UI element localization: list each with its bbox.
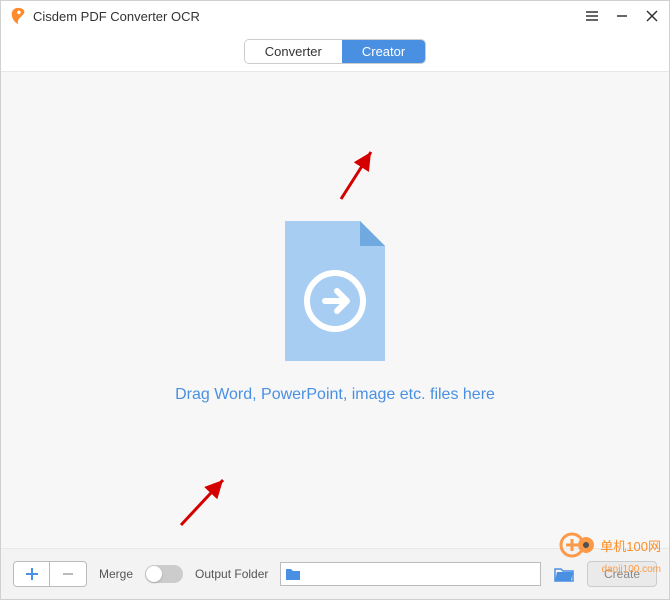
app-icon — [9, 7, 27, 25]
drop-text: Drag Word, PowerPoint, image etc. files … — [175, 386, 495, 404]
app-window: Cisdem PDF Converter OCR Converter Creat… — [0, 0, 670, 600]
remove-button[interactable] — [50, 562, 86, 586]
tab-bar: Converter Creator — [1, 31, 669, 71]
tab-creator[interactable]: Creator — [342, 40, 425, 63]
menu-icon[interactable] — [583, 7, 601, 25]
add-button[interactable] — [14, 562, 50, 586]
minimize-button[interactable] — [613, 7, 631, 25]
annotation-arrow-1 — [331, 144, 381, 204]
window-controls — [583, 7, 661, 25]
output-folder-label: Output Folder — [195, 567, 268, 581]
bottom-bar: Merge Output Folder Create — [1, 549, 669, 599]
add-remove-group — [13, 561, 87, 587]
merge-label: Merge — [99, 567, 133, 581]
close-button[interactable] — [643, 7, 661, 25]
merge-toggle[interactable] — [145, 565, 183, 583]
tab-converter[interactable]: Converter — [245, 40, 342, 63]
create-button[interactable]: Create — [587, 561, 657, 587]
titlebar: Cisdem PDF Converter OCR — [1, 1, 669, 31]
app-title: Cisdem PDF Converter OCR — [33, 9, 583, 24]
folder-icon — [285, 567, 301, 581]
file-icon — [275, 216, 395, 366]
annotation-arrow-2 — [173, 470, 233, 530]
drop-zone[interactable]: Drag Word, PowerPoint, image etc. files … — [1, 71, 669, 549]
tabs: Converter Creator — [244, 39, 426, 64]
browse-folder-button[interactable] — [553, 563, 575, 585]
output-folder-field[interactable] — [280, 562, 541, 586]
